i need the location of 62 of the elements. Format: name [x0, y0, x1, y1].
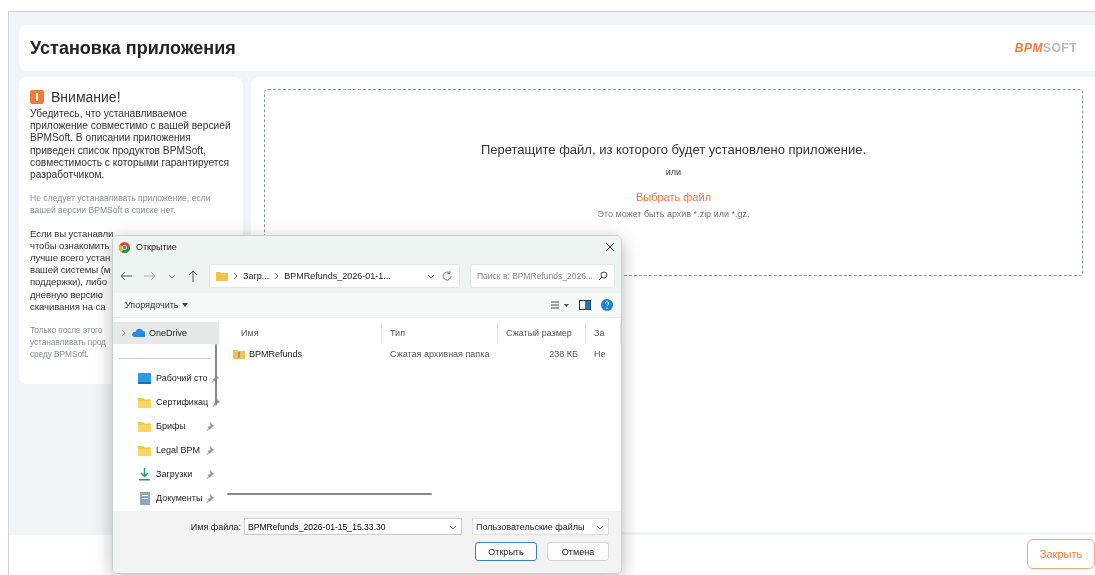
dialog-title: Открытие [136, 242, 178, 252]
search-field[interactable]: Поиск в: BPMRefunds_2026... [470, 263, 615, 288]
text-line: устанавливать прод [30, 336, 106, 349]
nav-item[interactable]: Legal BPM [113, 439, 219, 461]
back-arrow-icon[interactable] [119, 269, 133, 282]
text-line: Только после этого [30, 324, 103, 337]
filename-label: Имя файла: [190, 521, 241, 532]
browser-icon [119, 241, 130, 253]
column-header[interactable]: За [586, 322, 621, 344]
text-line: чтобы ознакомить [30, 239, 110, 253]
column-header[interactable]: Сжатый размер [498, 322, 586, 344]
chevron-right-icon [233, 271, 238, 280]
column-header[interactable]: Имя [219, 322, 382, 344]
desktop-icon [137, 370, 152, 386]
text-line: поддержки), либо [30, 276, 107, 289]
chevron-right-icon [274, 271, 280, 280]
refresh-icon[interactable] [441, 269, 453, 282]
drop-prompt: Перетащите файл, из которого будет установлено приложение. [480, 142, 867, 157]
scrollbar[interactable] [227, 493, 432, 495]
page-title: Установка приложения [30, 37, 236, 59]
file-type: Сжатая архивная папка [389, 349, 491, 359]
notice-title: Внимание! [51, 89, 121, 105]
nav-item[interactable]: Сертификац [113, 391, 219, 413]
logo: BPMSOFT [1014, 41, 1077, 55]
close-icon[interactable] [605, 242, 615, 252]
text-line: Если вы устанавли [30, 227, 114, 240]
text-line: лучше всего устан [30, 252, 111, 265]
notice-text: Убедитесь, что устанавливаемое приложение совместимо с вашей версией BPMSoft. В описании приложения приведен список продуктов BPMSoft, совместимость с которыми гарантируется разработчиком. [30, 108, 232, 182]
download-icon [137, 466, 152, 482]
dropdown-icon [448, 523, 458, 531]
note-text: Не следует устанавливать приложение, если вашей версии BPMSoft в списке нет. [30, 192, 212, 217]
address-bar[interactable]: Загр... BPMRefunds_2026-01-1... [209, 263, 460, 288]
search-icon [598, 270, 608, 281]
or-label: или [665, 167, 682, 177]
nav-item[interactable]: OneDrive [113, 322, 219, 344]
text-line: дневную версию [30, 288, 103, 301]
filename-field[interactable]: BPMRefunds_2026-01-15_15.33.30 [244, 518, 462, 535]
nav-item[interactable]: Документы [113, 487, 219, 509]
text-line: скачивания на са [30, 300, 106, 314]
column-header[interactable]: Тип [382, 322, 498, 344]
caret-down-icon [181, 303, 188, 307]
file-size: 238 КБ [548, 349, 579, 359]
cancel-button[interactable]: Отмена [547, 542, 609, 561]
hint-text: Это может быть архив *.zip или *.gz. [597, 209, 750, 219]
scrollbar[interactable] [215, 344, 217, 404]
chevron-right-icon [121, 329, 126, 337]
text-line: вашей системы (м [30, 264, 111, 277]
nav-item[interactable]: Загрузки [113, 463, 219, 485]
preview-pane-icon[interactable] [579, 300, 591, 310]
text-line: среду BPMSoft. [30, 348, 89, 361]
zip-folder-icon [233, 349, 245, 359]
view-menu-icon[interactable] [551, 300, 569, 310]
folder-icon [216, 270, 228, 281]
file-name[interactable]: BPMRefunds [249, 349, 303, 359]
table-cell-text: Не [593, 349, 607, 359]
up-arrow-icon[interactable] [187, 268, 199, 283]
warning-icon [30, 90, 44, 104]
filetype-dropdown[interactable]: Пользовательские файлы [472, 518, 609, 535]
nav-item[interactable]: Брифы [113, 415, 219, 437]
open-button[interactable]: Открыть [475, 542, 537, 561]
help-icon[interactable] [601, 299, 613, 311]
document-icon [137, 490, 152, 506]
